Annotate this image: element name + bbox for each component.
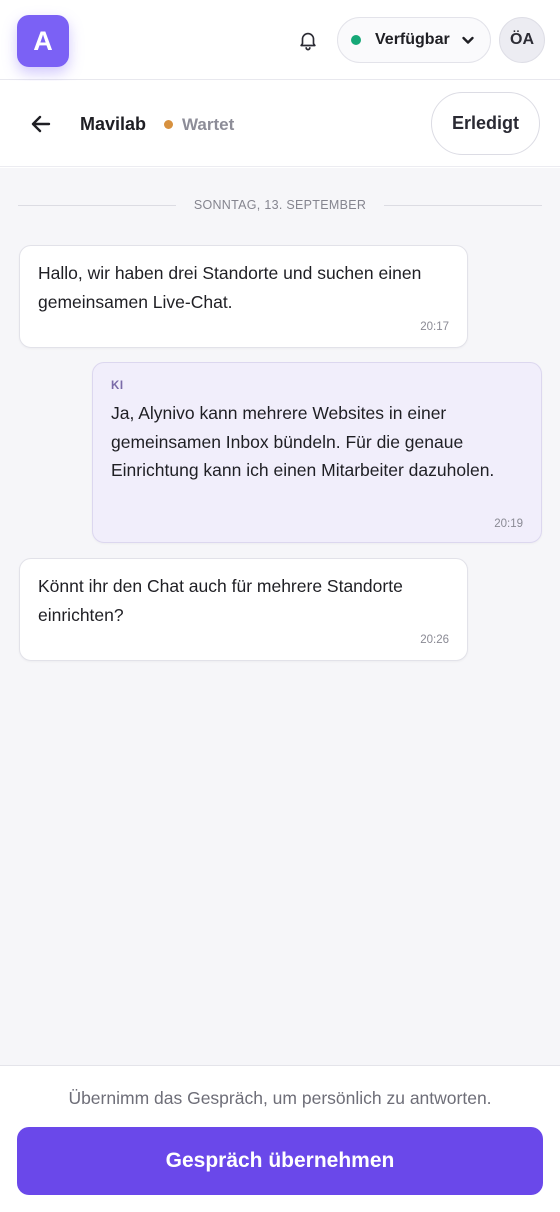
takeover-hint: Übernimm das Gespräch, um persönlich zu … — [68, 1088, 492, 1108]
message-text: Hallo, wir haben drei Standorte und such… — [38, 263, 422, 312]
chevron-down-icon — [460, 32, 476, 48]
conversation-header: Mavilab Wartet Erledigt — [0, 81, 560, 167]
message-text: Ja, Alynivo kann mehrere Websites in ein… — [111, 403, 495, 480]
conversation-status: Wartet — [182, 115, 235, 134]
takeover-button[interactable]: Gespräch übernehmen — [17, 1127, 543, 1195]
app-logo[interactable]: A — [17, 15, 69, 67]
date-separator: SONNTAG, 13. SEPTEMBER — [18, 197, 543, 213]
back-arrow-icon[interactable] — [28, 111, 54, 137]
user-avatar[interactable]: ÖA — [499, 17, 545, 63]
message-bubble-customer: Könnt ihr den Chat auch für mehrere Stan… — [19, 558, 468, 661]
top-app-bar: A Verfügbar ÖA — [0, 0, 560, 80]
sender-label: KI — [111, 380, 124, 392]
status-dot — [351, 35, 361, 45]
availability-dropdown[interactable]: Verfügbar — [337, 17, 491, 63]
message-time: 20:19 — [494, 518, 523, 530]
message-thread[interactable]: SONNTAG, 13. SEPTEMBER Hallo, wir haben … — [0, 168, 560, 1065]
composer-footer: Übernimm das Gespräch, um persönlich zu … — [0, 1065, 560, 1212]
divider — [18, 204, 176, 206]
message-bubble-ai: KI Ja, Alynivo kann mehrere Websites in … — [92, 362, 542, 543]
resolve-button[interactable]: Erledigt — [431, 92, 540, 155]
waiting-status-dot — [164, 120, 173, 129]
bell-icon[interactable] — [294, 26, 322, 54]
availability-label: Verfügbar — [375, 31, 450, 48]
message-time: 20:17 — [420, 321, 449, 333]
divider — [384, 204, 543, 206]
contact-name: Mavilab — [80, 114, 147, 134]
message-time: 20:26 — [420, 634, 449, 646]
message-text: Könnt ihr den Chat auch für mehrere Stan… — [38, 576, 403, 625]
date-label: SONNTAG, 13. SEPTEMBER — [193, 198, 367, 212]
message-bubble-customer: Hallo, wir haben drei Standorte und such… — [19, 245, 468, 348]
